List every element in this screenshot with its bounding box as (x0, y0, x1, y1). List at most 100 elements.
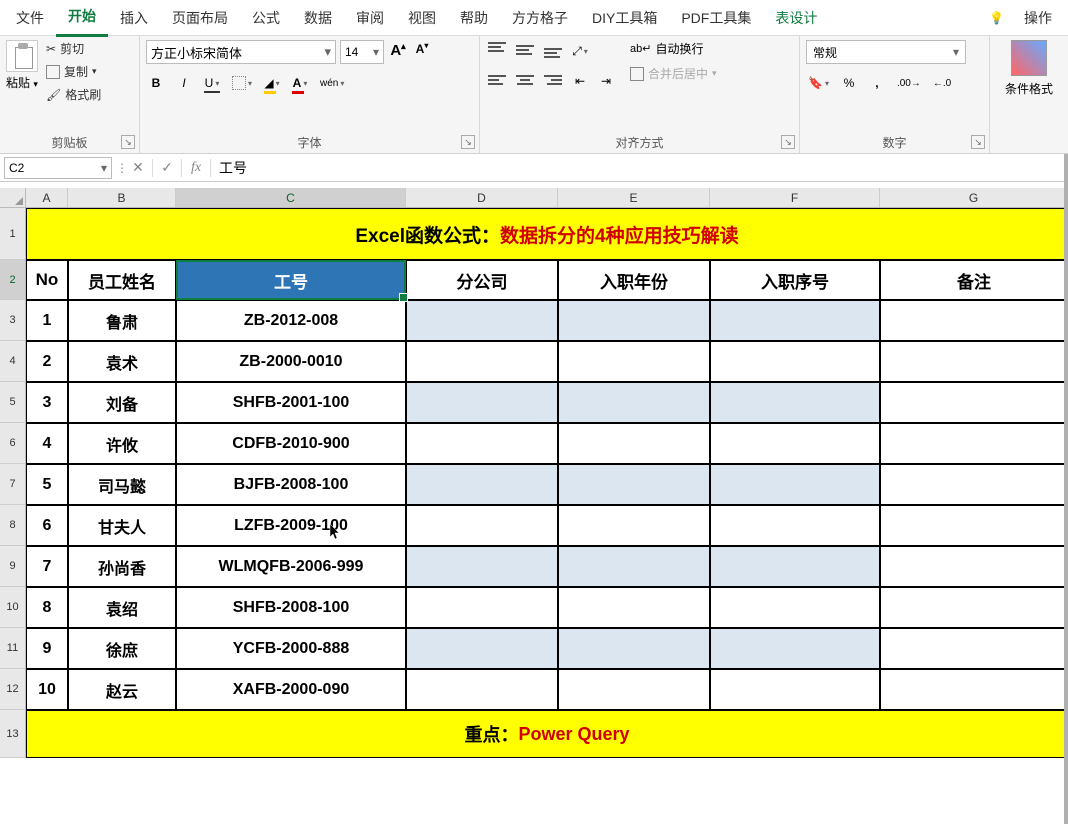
bold-button[interactable]: B (146, 72, 166, 94)
tell-me-icon[interactable]: 💡 (981, 11, 1012, 25)
cell-year[interactable] (558, 382, 710, 423)
row-header-3[interactable]: 3 (0, 300, 26, 341)
col-header-E[interactable]: E (558, 188, 710, 207)
cell-code[interactable]: BJFB-2008-100 (176, 464, 406, 505)
cell-year[interactable] (558, 505, 710, 546)
cell-no[interactable]: 6 (26, 505, 68, 546)
tell-me-label[interactable]: 操作 (1012, 0, 1064, 36)
underline-button[interactable]: U▾ (202, 72, 222, 94)
cell-seq[interactable] (710, 628, 880, 669)
cut-button[interactable]: ✂剪切 (46, 40, 101, 57)
cell-code[interactable]: LZFB-2009-100 (176, 505, 406, 546)
cell-no[interactable]: 4 (26, 423, 68, 464)
cell-branch[interactable] (406, 464, 558, 505)
cell-name[interactable]: 赵云 (68, 669, 176, 710)
cell-year[interactable] (558, 587, 710, 628)
increase-font-button[interactable]: A▴ (388, 41, 408, 63)
tab-ffgz[interactable]: 方方格子 (500, 0, 580, 36)
cell-code[interactable]: ZB-2000-0010 (176, 341, 406, 382)
tab-file[interactable]: 文件 (4, 0, 56, 36)
footer-cell[interactable]: 重点： Power Query (26, 710, 1068, 758)
row-header-11[interactable]: 11 (0, 628, 26, 669)
cell-seq[interactable] (710, 382, 880, 423)
cell-branch[interactable] (406, 382, 558, 423)
name-box[interactable]: C2▾ (4, 157, 112, 179)
row-header-8[interactable]: 8 (0, 505, 26, 546)
tab-formulas[interactable]: 公式 (240, 0, 292, 36)
cell-no[interactable]: 10 (26, 669, 68, 710)
cell-seq[interactable] (710, 505, 880, 546)
increase-indent-button[interactable]: ⇥ (596, 70, 616, 92)
col-header-G[interactable]: G (880, 188, 1068, 207)
font-launcher[interactable]: ↘ (461, 135, 475, 149)
cell-name[interactable]: 徐庶 (68, 628, 176, 669)
cell-branch[interactable] (406, 546, 558, 587)
cell-name[interactable]: 刘备 (68, 382, 176, 423)
namebox-resize-handle[interactable]: ⋮ (116, 161, 124, 175)
alignment-launcher[interactable]: ↘ (781, 135, 795, 149)
cell-year[interactable] (558, 628, 710, 669)
cell-branch[interactable] (406, 628, 558, 669)
cell-no[interactable]: 9 (26, 628, 68, 669)
cell-year[interactable] (558, 300, 710, 341)
cell-remark[interactable] (880, 423, 1068, 464)
row-header-13[interactable]: 13 (0, 710, 26, 758)
cell-code[interactable]: SHFB-2008-100 (176, 587, 406, 628)
cell-no[interactable]: 8 (26, 587, 68, 628)
header-code[interactable]: 工号 (176, 260, 406, 300)
tab-home[interactable]: 开始 (56, 0, 108, 37)
cell-remark[interactable] (880, 382, 1068, 423)
cell-no[interactable]: 7 (26, 546, 68, 587)
col-header-F[interactable]: F (710, 188, 880, 207)
cell-remark[interactable] (880, 546, 1068, 587)
cell-remark[interactable] (880, 669, 1068, 710)
align-bottom-button[interactable] (542, 40, 564, 60)
font-size-combo[interactable]: 14▾ (340, 40, 384, 64)
format-painter-button[interactable]: 🖌格式刷 (46, 86, 101, 103)
title-cell[interactable]: Excel函数公式： 数据拆分的4种应用技巧解读 (26, 208, 1068, 260)
cell-remark[interactable] (880, 464, 1068, 505)
cell-seq[interactable] (710, 587, 880, 628)
tab-view[interactable]: 视图 (396, 0, 448, 36)
merge-center-button[interactable]: 合并后居中 ▾ (630, 65, 717, 82)
decrease-font-button[interactable]: A▾ (412, 41, 432, 63)
cell-branch[interactable] (406, 341, 558, 382)
cell-year[interactable] (558, 423, 710, 464)
tab-table-design[interactable]: 表设计 (763, 0, 829, 36)
align-center-button[interactable] (514, 70, 536, 90)
col-header-D[interactable]: D (406, 188, 558, 207)
cell-remark[interactable] (880, 628, 1068, 669)
border-button[interactable]: ▾ (230, 72, 254, 94)
tab-diy[interactable]: DIY工具箱 (580, 0, 669, 36)
cell-name[interactable]: 许攸 (68, 423, 176, 464)
conditional-format-icon[interactable] (1011, 40, 1047, 76)
phonetic-button[interactable]: wén▾ (318, 72, 346, 94)
cell-name[interactable]: 鲁肃 (68, 300, 176, 341)
tab-page-layout[interactable]: 页面布局 (160, 0, 240, 36)
tab-insert[interactable]: 插入 (108, 0, 160, 36)
col-header-A[interactable]: A (26, 188, 68, 207)
cell-code[interactable]: ZB-2012-008 (176, 300, 406, 341)
cell-code[interactable]: SHFB-2001-100 (176, 382, 406, 423)
row-header-12[interactable]: 12 (0, 669, 26, 710)
cell-name[interactable]: 甘夫人 (68, 505, 176, 546)
cell-remark[interactable] (880, 587, 1068, 628)
cell-branch[interactable] (406, 587, 558, 628)
cell-no[interactable]: 5 (26, 464, 68, 505)
row-header-10[interactable]: 10 (0, 587, 26, 628)
decrease-indent-button[interactable]: ⇤ (570, 70, 590, 92)
cell-code[interactable]: YCFB-2000-888 (176, 628, 406, 669)
header-seq[interactable]: 入职序号 (710, 260, 880, 300)
paste-icon[interactable] (6, 40, 38, 72)
conditional-format-label[interactable]: 条件格式 (1005, 80, 1053, 97)
cell-branch[interactable] (406, 300, 558, 341)
cell-remark[interactable] (880, 300, 1068, 341)
header-name[interactable]: 员工姓名 (68, 260, 176, 300)
row-header-2[interactable]: 2 (0, 260, 26, 300)
row-header-9[interactable]: 9 (0, 546, 26, 587)
align-right-button[interactable] (542, 70, 564, 90)
formula-input[interactable]: 工号 (211, 158, 1068, 178)
cell-no[interactable]: 1 (26, 300, 68, 341)
cell-year[interactable] (558, 464, 710, 505)
cell-name[interactable]: 袁绍 (68, 587, 176, 628)
